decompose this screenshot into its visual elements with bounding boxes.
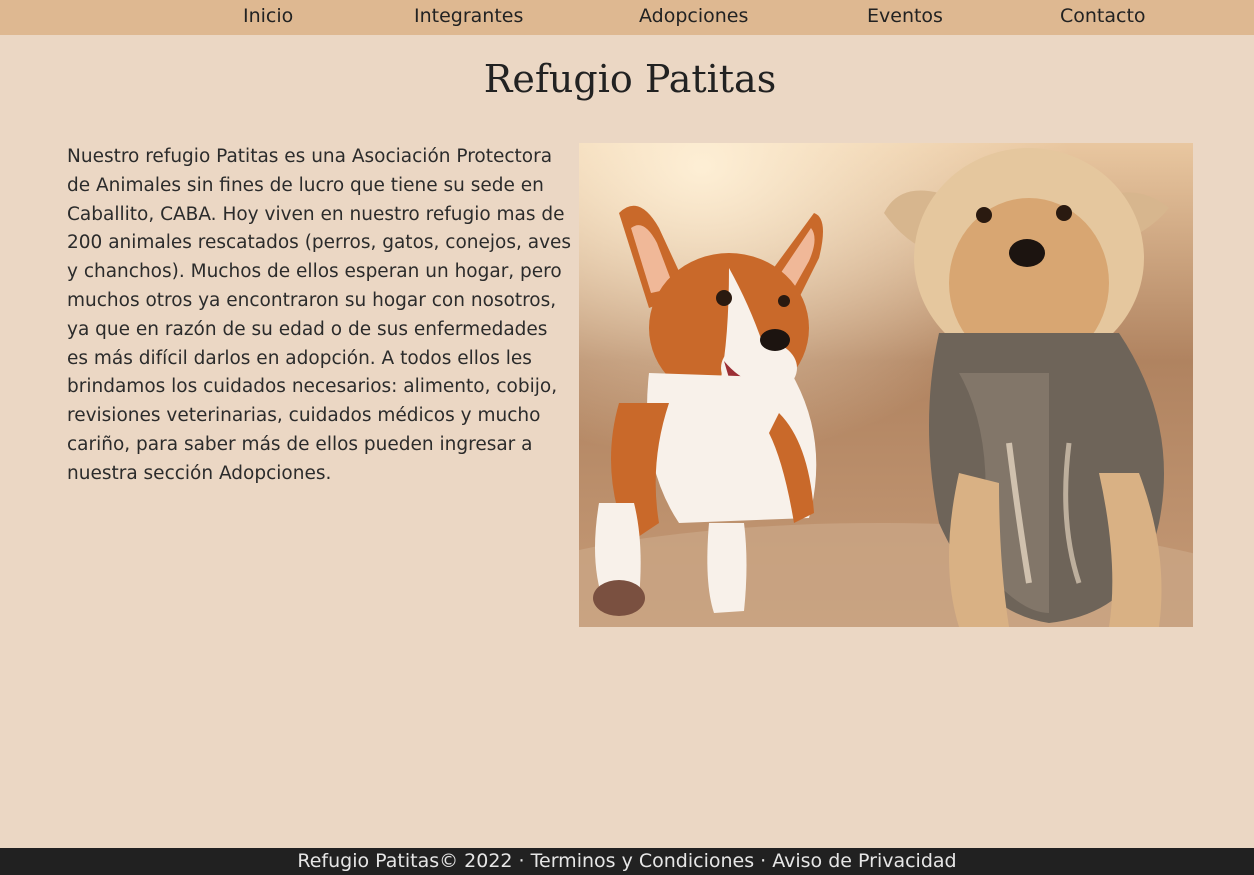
dogs-illustration bbox=[579, 143, 1193, 627]
top-navbar: Inicio Integrantes Adopciones Eventos Co… bbox=[0, 0, 1254, 35]
footer-separator: · bbox=[512, 850, 531, 872]
footer-terms-link[interactable]: Terminos y Condiciones bbox=[531, 850, 754, 872]
nav-link-integrantes[interactable]: Integrantes bbox=[414, 4, 523, 28]
nav-link-inicio[interactable]: Inicio bbox=[243, 4, 293, 28]
dogs-photo bbox=[579, 143, 1193, 627]
page-title: Refugio Patitas bbox=[483, 57, 777, 101]
nav-link-adopciones[interactable]: Adopciones bbox=[639, 4, 748, 28]
nav-link-eventos[interactable]: Eventos bbox=[867, 4, 943, 28]
footer: Refugio Patitas© 2022 · Terminos y Condi… bbox=[0, 848, 1254, 875]
footer-brand: Refugio Patitas© 2022 bbox=[297, 850, 513, 872]
intro-paragraph: Nuestro refugio Patitas es una Asociació… bbox=[67, 146, 572, 484]
nav-link-contacto[interactable]: Contacto bbox=[1060, 4, 1146, 28]
footer-privacy-link[interactable]: Aviso de Privacidad bbox=[772, 850, 956, 872]
footer-separator: · bbox=[754, 850, 773, 872]
